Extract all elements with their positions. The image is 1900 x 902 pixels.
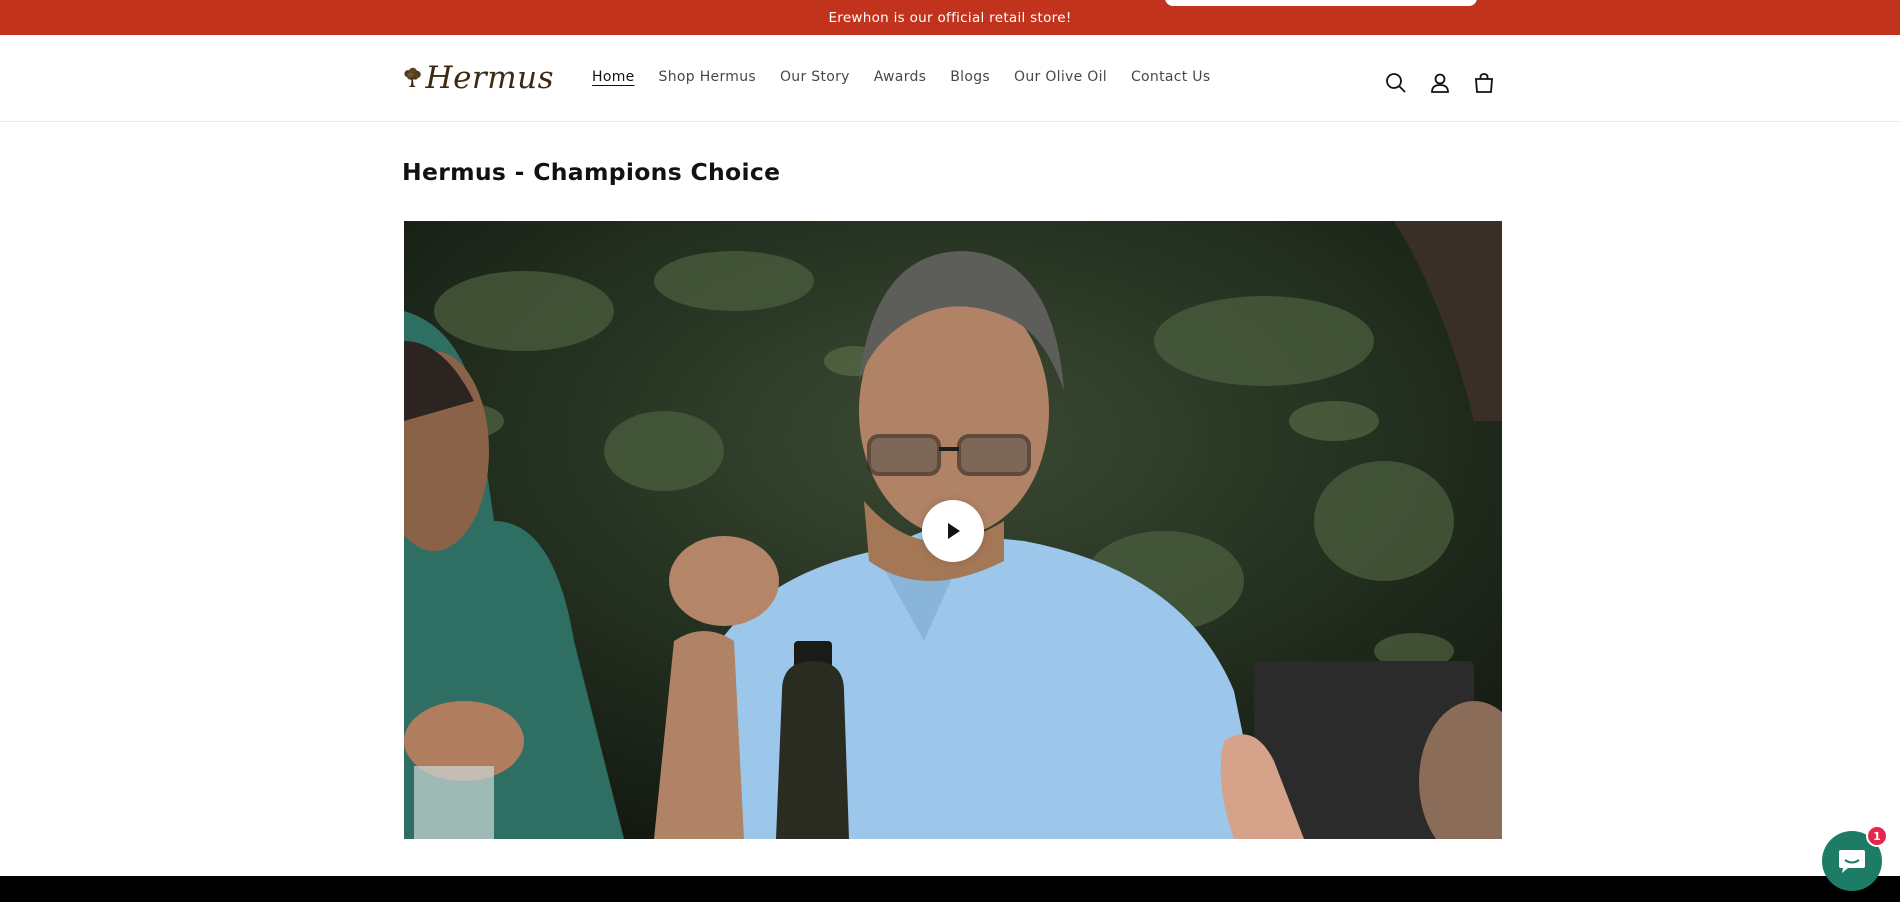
account-icon xyxy=(1431,73,1449,93)
main-nav: Home Shop Hermus Our Story Awards Blogs … xyxy=(580,65,1222,89)
site-header: Hermus Home Shop Hermus Our Story Awards… xyxy=(0,35,1900,122)
play-icon xyxy=(948,523,960,539)
logo-text: Hermus xyxy=(425,60,554,96)
promo-pill[interactable] xyxy=(1165,0,1477,6)
olive-tree-logo-icon xyxy=(404,67,421,88)
cart-icon xyxy=(1475,73,1493,93)
logo[interactable]: Hermus xyxy=(402,59,554,97)
header-icons xyxy=(1374,61,1506,105)
play-button[interactable] xyxy=(922,500,984,562)
nav-our-story[interactable]: Our Story xyxy=(768,65,862,89)
nav-awards[interactable]: Awards xyxy=(862,65,939,89)
cart-button[interactable] xyxy=(1462,61,1506,105)
page-title: Hermus - Champions Choice xyxy=(402,158,781,186)
footer-bar xyxy=(0,876,1900,902)
chat-icon xyxy=(1839,850,1865,873)
nav-our-olive-oil[interactable]: Our Olive Oil xyxy=(1002,65,1119,89)
video-player[interactable] xyxy=(404,221,1502,839)
nav-contact-us[interactable]: Contact Us xyxy=(1119,65,1222,89)
account-button[interactable] xyxy=(1418,61,1462,105)
search-icon xyxy=(1386,73,1406,93)
nav-shop-hermus[interactable]: Shop Hermus xyxy=(647,65,768,89)
announcement-text: Erewhon is our official retail store! xyxy=(828,9,1072,26)
chat-notification-badge: 1 xyxy=(1866,825,1888,847)
announcement-bar: Erewhon is our official retail store! xyxy=(0,0,1900,35)
search-button[interactable] xyxy=(1374,61,1418,105)
nav-home[interactable]: Home xyxy=(580,65,647,89)
nav-blogs[interactable]: Blogs xyxy=(938,65,1002,89)
